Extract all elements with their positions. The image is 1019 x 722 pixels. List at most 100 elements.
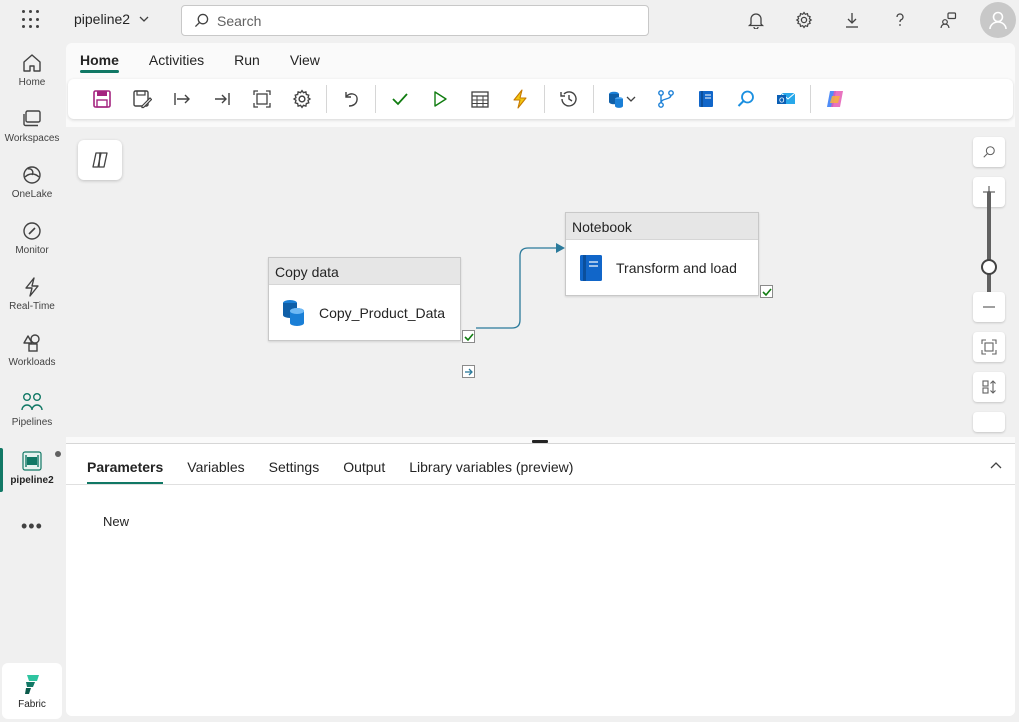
schedule-button[interactable] — [460, 83, 500, 115]
checkmark-icon — [761, 287, 772, 296]
notebook-icon — [699, 91, 713, 107]
dataflow-button[interactable] — [646, 83, 686, 115]
copy-data-dropdown-button[interactable] — [598, 83, 646, 115]
play-icon — [434, 91, 447, 107]
copilot-button[interactable] — [815, 83, 855, 115]
minus-icon — [983, 306, 995, 308]
arrow-right-icon — [464, 368, 473, 375]
svg-text:O: O — [779, 97, 785, 105]
tab-parameters[interactable]: Parameters — [87, 444, 164, 484]
search-icon — [983, 146, 995, 158]
tab-settings[interactable]: Settings — [269, 444, 320, 484]
rail-item-label: Real-Time — [9, 301, 55, 312]
on-success-port[interactable] — [760, 285, 773, 298]
download-button[interactable] — [840, 8, 864, 32]
save-edit-icon — [133, 90, 152, 109]
search-icon — [194, 13, 209, 28]
lightning-icon — [513, 89, 527, 109]
auto-arrange-button[interactable] — [973, 372, 1005, 402]
run-button[interactable] — [420, 83, 460, 115]
move-to-start-button[interactable] — [162, 83, 202, 115]
more-options-icon[interactable]: ••• — [21, 516, 43, 537]
move-to-end-button[interactable] — [202, 83, 242, 115]
arrange-icon — [982, 380, 996, 394]
undo-icon — [345, 92, 358, 107]
outlook-activity-button[interactable]: O — [766, 83, 806, 115]
toolbar-divider — [326, 85, 327, 113]
zoom-out-button[interactable] — [973, 292, 1005, 322]
view-run-history-button[interactable] — [549, 83, 589, 115]
app-launcher-icon[interactable] — [22, 10, 42, 30]
rail-item-pipeline2[interactable]: pipeline2 — [0, 450, 64, 506]
left-navigation-rail: Home Workspaces OneLake Monitor Real-Tim… — [0, 40, 64, 722]
activity-copy-data[interactable]: Copy data Copy_Product_Data — [268, 257, 461, 341]
auto-align-button[interactable] — [242, 83, 282, 115]
mail-icon: O — [777, 92, 796, 105]
zoom-slider-thumb[interactable] — [981, 259, 997, 275]
search-box[interactable] — [181, 5, 649, 36]
gear-icon — [795, 11, 813, 29]
database-copy-icon — [609, 91, 636, 108]
collapse-panel-button[interactable] — [988, 458, 1004, 474]
search-input[interactable] — [217, 12, 617, 29]
rail-item-workspaces[interactable]: Workspaces — [0, 108, 64, 164]
tab-library-variables[interactable]: Library variables (preview) — [409, 444, 573, 484]
notifications-button[interactable] — [744, 8, 768, 32]
rail-item-pipelines[interactable]: Pipelines — [0, 390, 64, 446]
more-canvas-tools-button[interactable] — [973, 412, 1005, 432]
new-parameter-button[interactable]: New — [103, 514, 129, 529]
onelake-icon — [23, 166, 41, 184]
account-avatar[interactable] — [980, 2, 1016, 38]
undo-button[interactable] — [331, 83, 371, 115]
tab-variables[interactable]: Variables — [187, 444, 244, 484]
rail-item-label: Home — [18, 77, 46, 88]
settings-button[interactable] — [792, 8, 816, 32]
pipeline-canvas[interactable]: Copy data Copy_Product_Data Notebook Tra… — [66, 127, 1015, 437]
fabric-logo-icon — [25, 674, 39, 694]
tab-output[interactable]: Output — [343, 444, 385, 484]
toolbar-divider — [375, 85, 376, 113]
on-success-port[interactable] — [462, 330, 475, 343]
toolbar-divider — [544, 85, 545, 113]
rail-item-workloads[interactable]: Workloads — [0, 332, 64, 388]
fabric-label: Fabric — [18, 698, 46, 710]
item-switcher[interactable]: pipeline2 — [74, 11, 150, 27]
tab-run[interactable]: Run — [234, 43, 276, 77]
tab-activities[interactable]: Activities — [149, 43, 220, 77]
pipeline-item-icon — [22, 451, 42, 471]
canvas-copilot-button[interactable] — [78, 140, 122, 180]
pipeline-settings-button[interactable] — [282, 83, 322, 115]
on-completion-port[interactable] — [462, 365, 475, 378]
fit-to-screen-button[interactable] — [973, 332, 1005, 362]
rail-item-label: Workloads — [8, 357, 56, 368]
canvas-search-button[interactable] — [973, 137, 1005, 167]
rail-item-monitor[interactable]: Monitor — [0, 220, 64, 276]
rail-item-onelake[interactable]: OneLake — [0, 164, 64, 220]
save-button[interactable] — [82, 83, 122, 115]
notebook-icon — [580, 254, 602, 281]
gear-icon — [292, 89, 312, 109]
fabric-switcher[interactable]: Fabric — [2, 663, 62, 719]
workspaces-icon — [23, 110, 41, 127]
home-icon — [23, 54, 41, 72]
chevron-down-icon — [139, 16, 149, 22]
activity-name: Copy_Product_Data — [319, 304, 446, 321]
activity-connector — [476, 243, 565, 329]
tab-view[interactable]: View — [290, 43, 336, 77]
notebook-button[interactable] — [686, 83, 726, 115]
checkmark-icon — [392, 93, 408, 106]
arrow-to-bar-icon — [215, 93, 230, 105]
validate-button[interactable] — [380, 83, 420, 115]
tab-home[interactable]: Home — [80, 43, 135, 77]
activity-notebook[interactable]: Notebook Transform and load — [565, 212, 759, 296]
help-button[interactable] — [888, 8, 912, 32]
workloads-icon — [23, 334, 40, 352]
share-feedback-button[interactable] — [936, 8, 960, 32]
rail-item-real-time[interactable]: Real-Time — [0, 276, 64, 332]
trigger-button[interactable] — [500, 83, 540, 115]
lookup-button[interactable] — [726, 83, 766, 115]
save-icon — [93, 90, 111, 108]
rail-item-home[interactable]: Home — [0, 52, 64, 108]
auto-layout-icon — [253, 90, 271, 108]
save-as-button[interactable] — [122, 83, 162, 115]
